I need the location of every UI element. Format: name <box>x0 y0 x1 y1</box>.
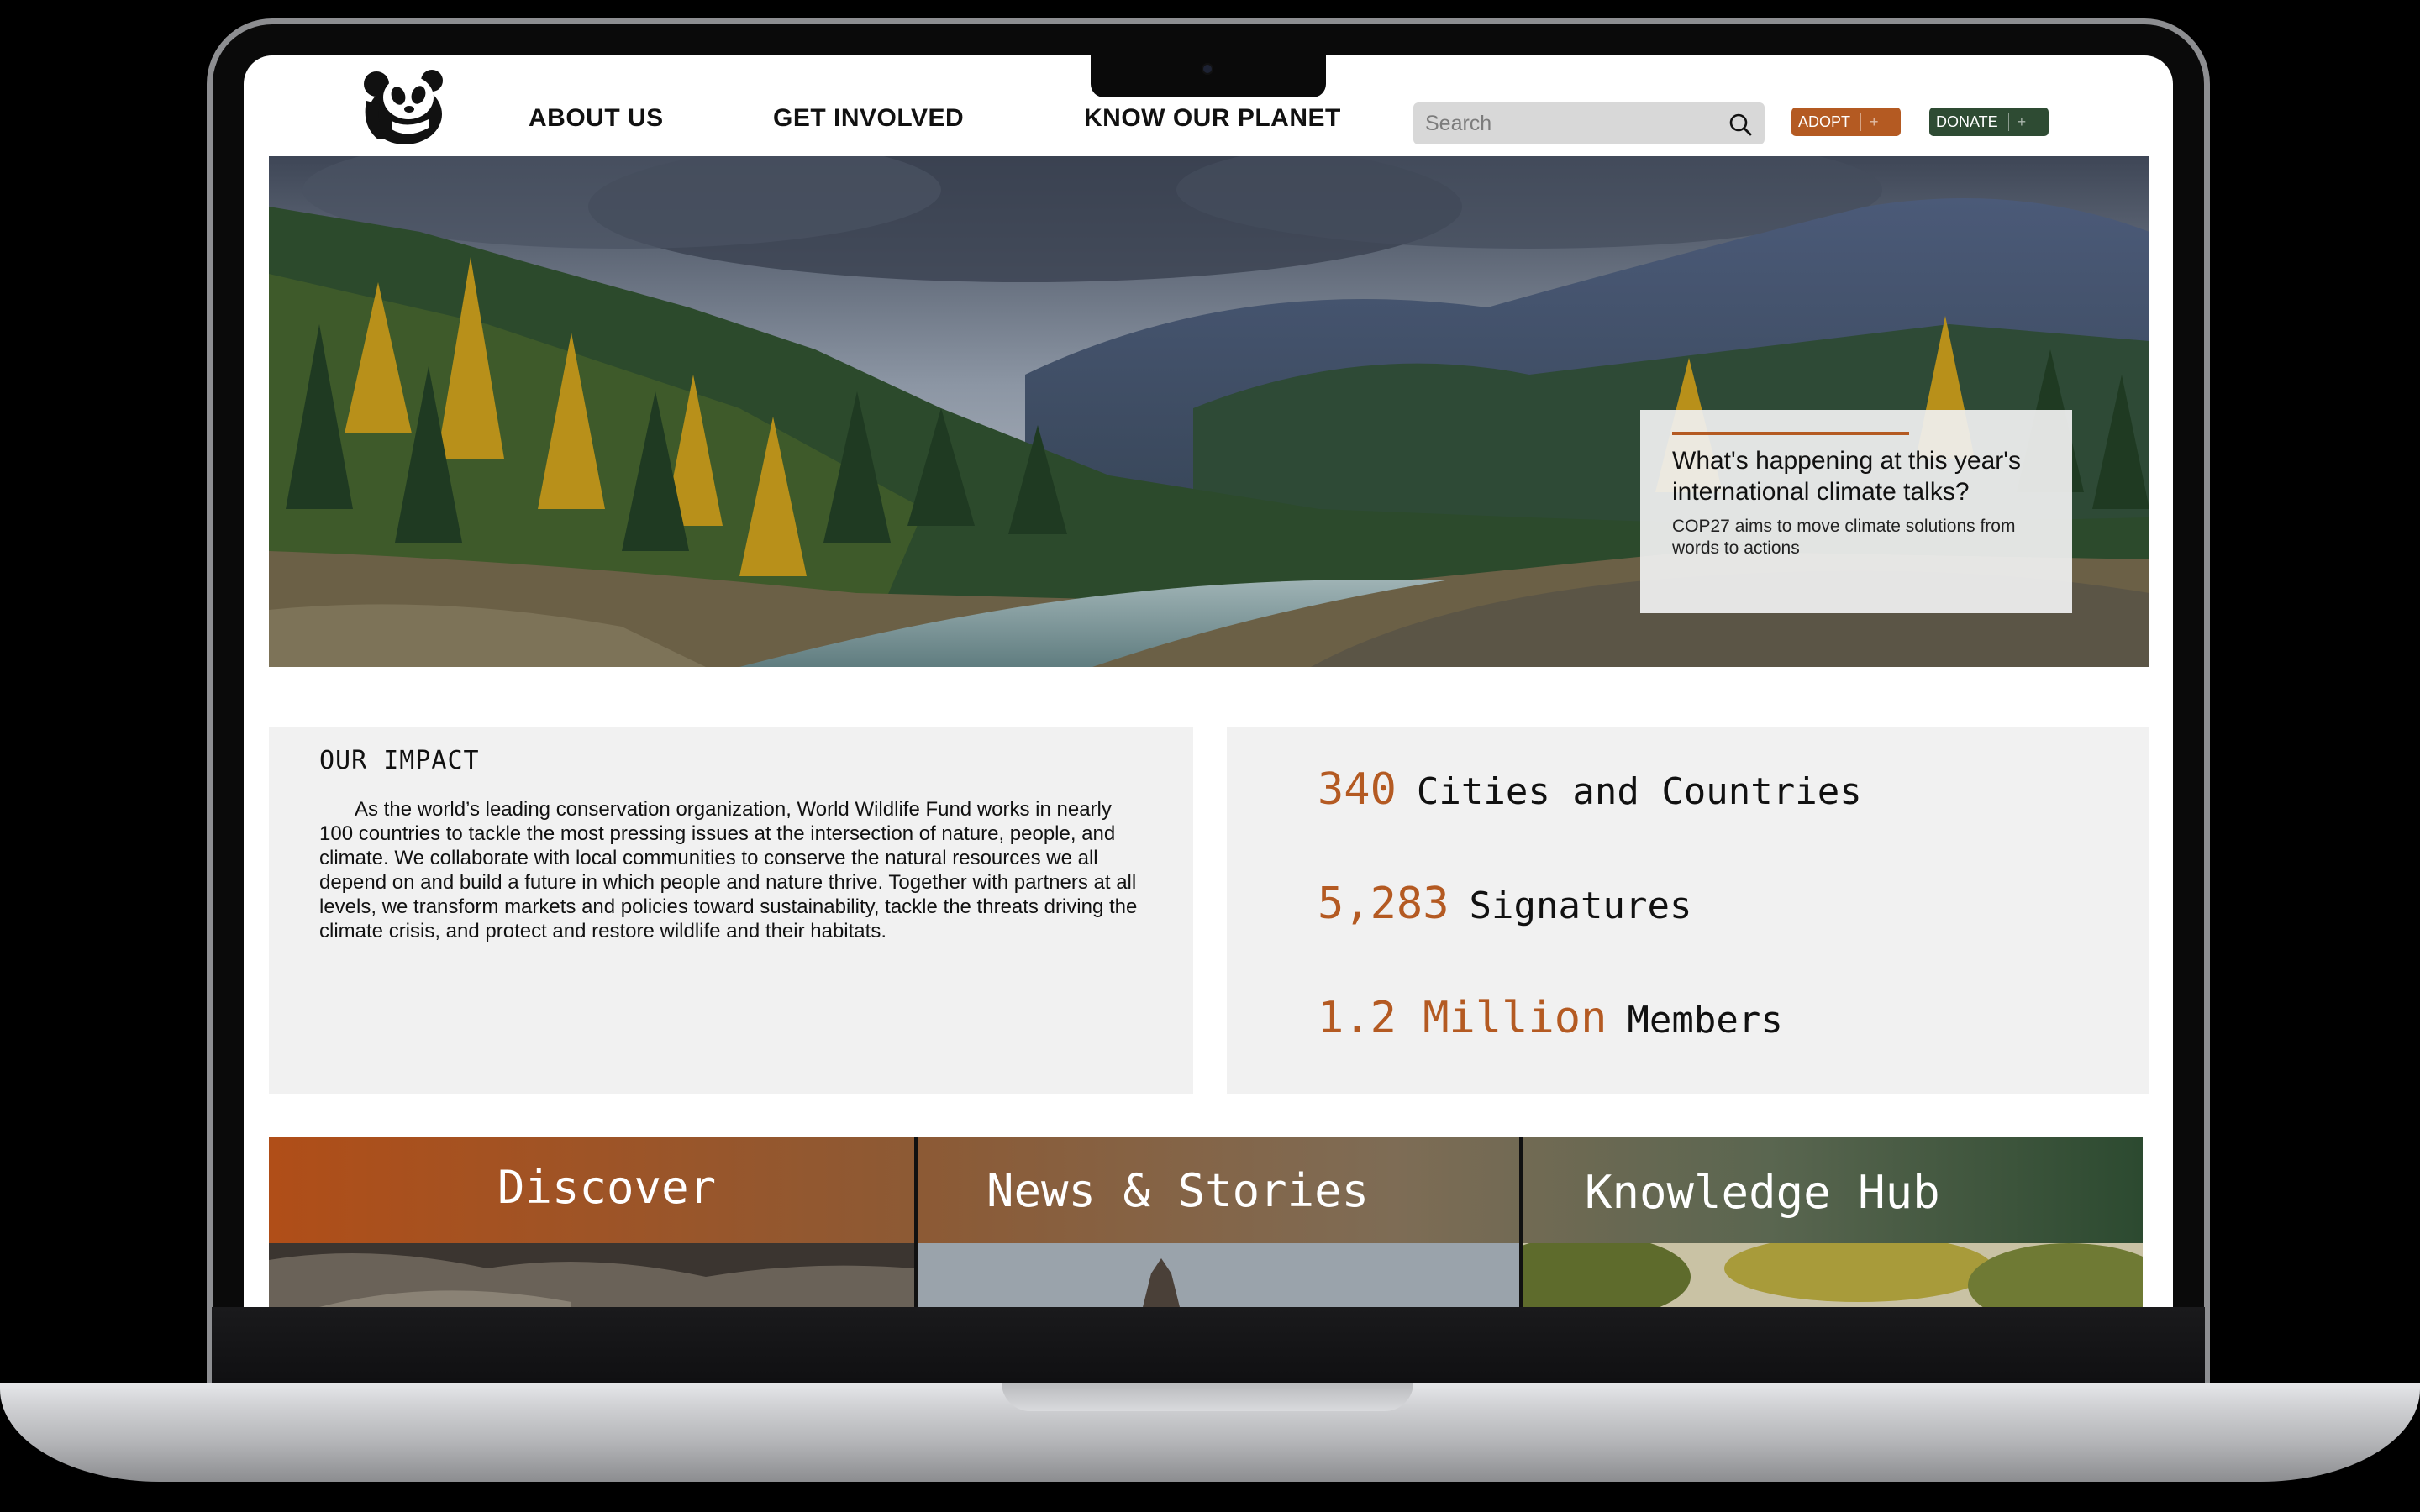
donate-button[interactable]: DONATE + <box>1929 108 2049 136</box>
adopt-button[interactable]: ADOPT + <box>1791 108 1901 136</box>
stats-panel: 340 Cities and Countries 5,283 Signatures … <box>1227 727 2149 1094</box>
hero-card-headline[interactable]: What's happening at this year's internat… <box>1672 445 2050 507</box>
stat-label: Members <box>1627 999 1783 1042</box>
stat-label: Cities and Countries <box>1416 770 1862 813</box>
camera-notch <box>1091 55 1326 97</box>
stat-label: Signatures <box>1469 885 1692 927</box>
our-impact-body: As the world’s leading conservation orga… <box>319 798 1138 942</box>
panda-logo-icon[interactable] <box>358 67 445 146</box>
plus-icon: + <box>1860 113 1879 131</box>
knowledge-card-image[interactable] <box>1523 1243 2143 1307</box>
stat-cities: 340 Cities and Countries <box>1318 764 1862 815</box>
hero-story-card[interactable]: What's happening at this year's internat… <box>1640 410 2072 613</box>
nav-know-our-planet[interactable]: KNOW OUR PLANET <box>1084 104 1341 133</box>
hero-banner: What's happening at this year's internat… <box>269 156 2149 667</box>
hero-card-subtext: COP27 aims to move climate solutions fro… <box>1672 517 2016 558</box>
our-impact-panel: OUR IMPACT As the world’s leading conser… <box>269 727 1193 1094</box>
search-icon[interactable] <box>1728 112 1753 137</box>
discover-card-image[interactable] <box>269 1243 914 1307</box>
plus-icon: + <box>2007 113 2026 131</box>
stat-signatures: 5,283 Signatures <box>1318 879 1691 929</box>
search-placeholder: Search <box>1425 111 1492 135</box>
feature-cards: Discover News & Stories Knowledge Hub <box>269 1137 2143 1307</box>
laptop-bezel <box>212 1307 2205 1383</box>
card-divider <box>1519 1137 1523 1307</box>
nav-about-us[interactable]: ABOUT US <box>529 104 664 133</box>
camera-icon <box>1202 63 1213 75</box>
news-card-image[interactable] <box>918 1243 1519 1307</box>
knowledge-hub-card-title[interactable]: Knowledge Hub <box>1585 1166 1940 1219</box>
stat-number: 340 <box>1318 764 1397 815</box>
news-stories-card-title[interactable]: News & Stories <box>986 1164 1369 1217</box>
adopt-label: ADOPT <box>1798 113 1851 130</box>
discover-card-title[interactable]: Discover <box>497 1161 716 1214</box>
card-divider <box>914 1137 918 1307</box>
stat-number: 5,283 <box>1318 879 1449 929</box>
hero-card-accent-line <box>1672 432 1909 435</box>
laptop-base-lip <box>1002 1383 1413 1411</box>
screen: ABOUT US GET INVOLVED KNOW OUR PLANET Se… <box>244 55 2173 1307</box>
our-impact-title: OUR IMPACT <box>319 746 480 775</box>
stat-number: 1.2 Million <box>1318 993 1607 1043</box>
search-input[interactable]: Search <box>1413 102 1765 144</box>
nav-get-involved[interactable]: GET INVOLVED <box>773 104 964 133</box>
stat-members: 1.2 Million Members <box>1318 993 1783 1043</box>
donate-label: DONATE <box>1936 113 1998 130</box>
